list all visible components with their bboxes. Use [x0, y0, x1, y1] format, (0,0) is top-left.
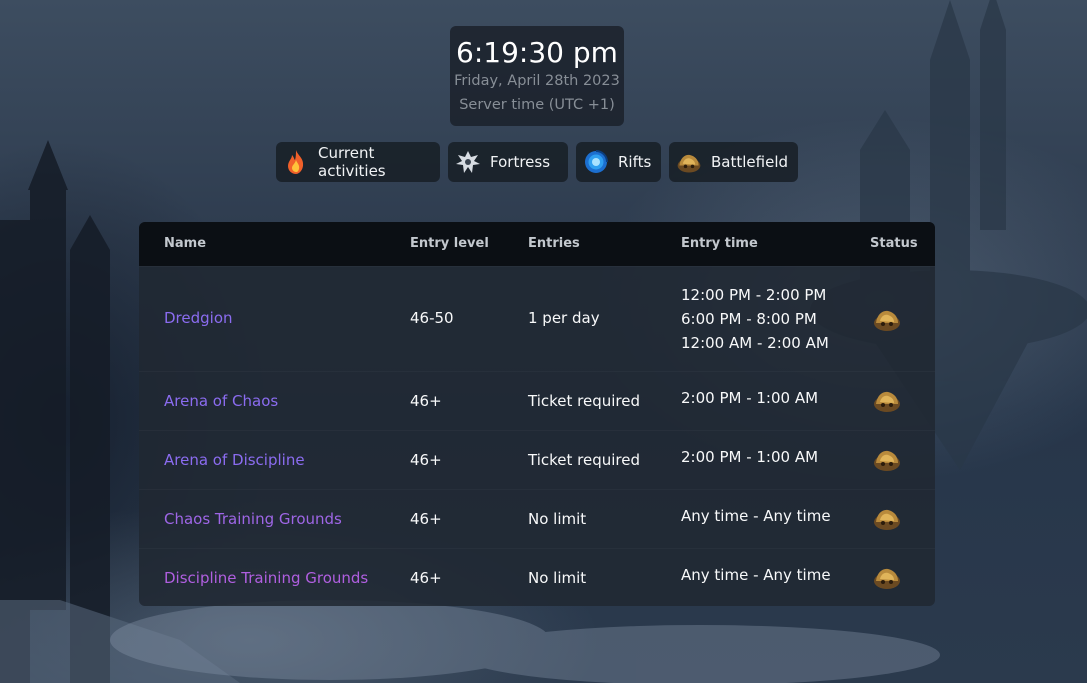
entry-time: 2:00 PM - 1:00 AM — [681, 445, 818, 469]
entry-time: 12:00 PM - 2:00 PM 6:00 PM - 8:00 PM 12:… — [681, 283, 829, 355]
entries: Ticket required — [528, 392, 640, 410]
table-row: Discipline Training Grounds 46+ No limit… — [139, 548, 935, 606]
nav-fortress-label: Fortress — [490, 153, 551, 171]
column-header-entries: Entries — [528, 236, 580, 251]
table-header: Name Entry level Entries Entry time Stat… — [139, 222, 935, 266]
battlefield-schedule-table: Name Entry level Entries Entry time Stat… — [139, 222, 935, 606]
nav-battlefield-label: Battlefield — [711, 153, 789, 171]
table-row: Dredgion 46-50 1 per day 12:00 PM - 2:00… — [139, 266, 935, 372]
entry-time-slot: 2:00 PM - 1:00 AM — [681, 448, 819, 466]
entry-time-slot: 2:00 PM - 1:00 AM — [681, 389, 819, 407]
entry-time-slot: 12:00 PM - 2:00 PM — [681, 286, 827, 304]
column-header-entry-level: Entry level — [410, 236, 489, 251]
entry-time: Any time - Any time — [681, 563, 831, 587]
entry-level: 46+ — [410, 569, 442, 587]
entry-time-slot: 6:00 PM - 8:00 PM — [681, 310, 817, 328]
battlefield-icon — [871, 563, 903, 591]
battlefield-icon — [871, 445, 903, 473]
entry-level: 46+ — [410, 510, 442, 528]
server-clock-card: 6:19:30 pm Friday, April 28th 2023 Serve… — [450, 26, 624, 126]
entries: Ticket required — [528, 451, 640, 469]
column-header-name: Name — [164, 236, 207, 251]
battlefield-link-arena-of-chaos[interactable]: Arena of Chaos — [164, 392, 278, 410]
battlefield-link-dredgion[interactable]: Dredgion — [164, 309, 233, 327]
entry-time-slot: 12:00 AM - 2:00 AM — [681, 334, 829, 352]
battlefield-link-arena-of-discipline[interactable]: Arena of Discipline — [164, 451, 305, 469]
clock-timezone: Server time (UTC +1) — [459, 97, 615, 113]
entries: No limit — [528, 510, 587, 528]
entry-time-slot: Any time - Any time — [681, 566, 831, 584]
entry-time: Any time - Any time — [681, 504, 831, 528]
battlefield-icon — [871, 386, 903, 414]
rift-portal-icon — [582, 148, 610, 176]
entry-time-slot: Any time - Any time — [681, 507, 831, 525]
nav-rifts-button[interactable]: Rifts — [576, 142, 661, 182]
entry-level: 46+ — [410, 392, 442, 410]
column-header-status: Status — [870, 236, 918, 251]
entries: 1 per day — [528, 309, 600, 327]
entry-level: 46-50 — [410, 309, 454, 327]
battlefield-link-chaos-training-grounds[interactable]: Chaos Training Grounds — [164, 510, 342, 528]
battlefield-icon — [675, 148, 703, 176]
battlefield-icon — [871, 305, 903, 333]
nav-current-activities-label: Current activities — [318, 144, 386, 180]
entry-time: 2:00 PM - 1:00 AM — [681, 386, 818, 410]
table-row: Chaos Training Grounds 46+ No limit Any … — [139, 489, 935, 549]
nav-fortress-button[interactable]: Fortress — [448, 142, 568, 182]
clock-date: Friday, April 28th 2023 — [454, 73, 620, 89]
battlefield-icon — [871, 504, 903, 532]
nav-current-activities-button[interactable]: Current activities — [276, 142, 440, 182]
fire-icon — [282, 148, 310, 176]
battlefield-link-discipline-training-grounds[interactable]: Discipline Training Grounds — [164, 569, 368, 587]
nav-battlefield-button[interactable]: Battlefield — [669, 142, 798, 182]
entries: No limit — [528, 569, 587, 587]
entry-level: 46+ — [410, 451, 442, 469]
fortress-emblem-icon — [454, 148, 482, 176]
column-header-entry-time: Entry time — [681, 236, 758, 251]
table-row: Arena of Discipline 46+ Ticket required … — [139, 430, 935, 490]
table-row: Arena of Chaos 46+ Ticket required 2:00 … — [139, 371, 935, 431]
clock-time: 6:19:30 pm — [456, 36, 618, 69]
nav-rifts-label: Rifts — [618, 153, 652, 171]
